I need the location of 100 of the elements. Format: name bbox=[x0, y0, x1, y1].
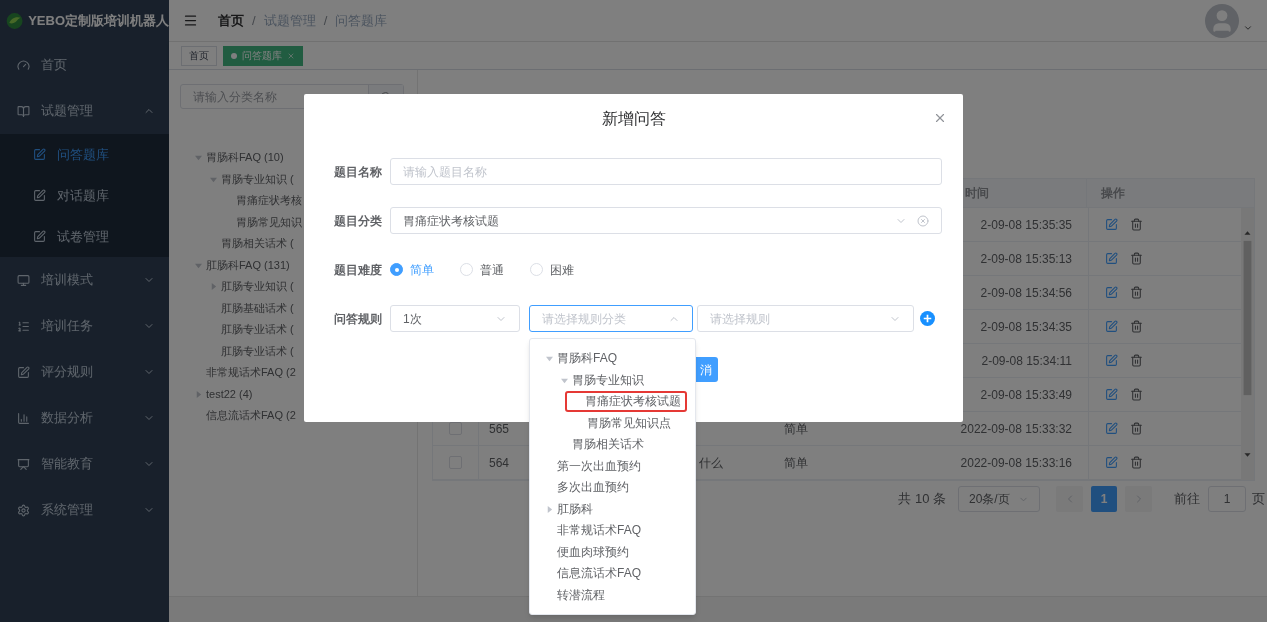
submenu-item[interactable]: 问答题库 bbox=[0, 134, 169, 175]
edit-icon[interactable] bbox=[1105, 320, 1118, 333]
select-field[interactable]: 请选择规则 bbox=[697, 305, 914, 332]
tree-item[interactable]: 便血肉球预约 bbox=[557, 543, 629, 561]
edit-icon bbox=[33, 189, 46, 202]
caret-icon[interactable] bbox=[195, 390, 202, 398]
breadcrumb-item[interactable]: 首页 bbox=[218, 10, 244, 31]
tree-item[interactable]: 肛肠专业话术 ( bbox=[221, 321, 294, 339]
scrollbar[interactable] bbox=[1241, 208, 1254, 480]
tree-item[interactable]: 胃肠常见知识点 bbox=[587, 414, 671, 432]
table-cell-text: 2-09-08 15:35:13 bbox=[980, 250, 1072, 268]
tree-item[interactable]: 胃肠专业知识 bbox=[572, 371, 644, 389]
edit-icon[interactable] bbox=[1105, 252, 1118, 265]
dashboard-icon bbox=[17, 58, 30, 72]
page-tag[interactable]: 问答题库 bbox=[223, 45, 303, 66]
tree-item[interactable]: 非常规话术FAQ (2 bbox=[206, 364, 296, 382]
tree-item[interactable]: 胃肠相关话术 bbox=[572, 436, 644, 454]
tree-item[interactable]: 胃痛症状考核试题 bbox=[565, 391, 687, 413]
bar-chart-icon bbox=[17, 411, 30, 425]
radio-option[interactable]: 普通 bbox=[460, 260, 504, 279]
trash-icon[interactable] bbox=[1130, 218, 1143, 231]
page-size-select[interactable]: 20条/页 bbox=[958, 486, 1040, 512]
submenu-item[interactable]: 对话题库 bbox=[0, 175, 169, 216]
trash-icon[interactable] bbox=[1130, 388, 1143, 401]
submenu-item[interactable]: 试卷管理 bbox=[0, 216, 169, 257]
tree-item[interactable]: 肛肠科FAQ (131) bbox=[206, 256, 290, 274]
edit-icon[interactable] bbox=[1105, 354, 1118, 367]
tree-item[interactable]: 信息流话术FAQ (2 bbox=[206, 407, 296, 425]
total-count: 共 10 条 bbox=[898, 490, 946, 509]
edit-icon[interactable] bbox=[1105, 422, 1118, 435]
table-cell-text: 2022-09-08 15:33:16 bbox=[960, 454, 1072, 472]
table-cell: 564 bbox=[489, 455, 510, 470]
edit-icon bbox=[17, 365, 30, 379]
select-field[interactable]: 胃痛症状考核试题 bbox=[390, 207, 942, 234]
tree-item[interactable]: 第一次出血预约 bbox=[557, 457, 641, 475]
page-input[interactable]: 1 bbox=[1208, 486, 1246, 512]
tree-item[interactable]: 胃肠常见知识 bbox=[236, 213, 302, 231]
select-field[interactable]: 1次 bbox=[390, 305, 520, 332]
close-icon[interactable] bbox=[933, 111, 947, 125]
tree-item[interactable]: 肛肠专业知识 ( bbox=[221, 278, 294, 296]
menu-item[interactable]: 数据分析 bbox=[0, 395, 169, 441]
radio-option[interactable]: 简单 bbox=[390, 260, 434, 279]
caret-icon[interactable] bbox=[546, 505, 553, 513]
tree-item[interactable]: 肛肠科 bbox=[557, 500, 593, 518]
avatar[interactable] bbox=[1205, 3, 1239, 38]
caret-icon[interactable] bbox=[561, 376, 568, 384]
edit-icon[interactable] bbox=[1105, 456, 1118, 469]
trash-icon[interactable] bbox=[1130, 354, 1143, 367]
monitor-icon bbox=[17, 273, 30, 287]
tree-item[interactable]: 转潜流程 bbox=[557, 586, 605, 604]
menu-item[interactable]: 试题管理 bbox=[0, 88, 169, 134]
tree-item[interactable]: test22 (4) bbox=[206, 385, 253, 403]
tree-item[interactable]: 胃肠科FAQ bbox=[557, 350, 617, 368]
tree-item[interactable]: 非常规话术FAQ bbox=[557, 522, 641, 540]
caret-icon[interactable] bbox=[210, 175, 217, 183]
tree-item[interactable]: 肛肠基础话术 ( bbox=[221, 299, 294, 317]
menu-item[interactable]: 评分规则 bbox=[0, 349, 169, 395]
tree-item[interactable]: 胃肠专业知识 ( bbox=[221, 170, 294, 188]
tree-item[interactable]: 信息流话术FAQ bbox=[557, 565, 641, 583]
trash-icon[interactable] bbox=[1130, 252, 1143, 265]
edit-icon[interactable] bbox=[1105, 286, 1118, 299]
table-cell-text: 2-09-08 15:35:35 bbox=[980, 216, 1072, 234]
page-button[interactable]: 1 bbox=[1091, 486, 1117, 512]
tree-item[interactable]: 胃痛症状考核 bbox=[236, 192, 302, 210]
edit-icon[interactable] bbox=[1105, 388, 1118, 401]
menu-item[interactable]: 培训任务 bbox=[0, 303, 169, 349]
add-circle-icon[interactable] bbox=[920, 311, 935, 326]
caret-icon[interactable] bbox=[195, 261, 202, 269]
tree-item[interactable]: 胃肠相关话术 ( bbox=[221, 235, 294, 253]
book-icon bbox=[17, 104, 30, 118]
text-input[interactable]: 请输入题目名称 bbox=[390, 158, 942, 185]
tree-item[interactable]: 肛肠专业话术 ( bbox=[221, 342, 294, 360]
edit-icon[interactable] bbox=[1105, 218, 1118, 231]
menu-icon[interactable] bbox=[183, 13, 198, 28]
caret-icon[interactable] bbox=[210, 283, 217, 291]
menu-item[interactable]: 系统管理 bbox=[0, 487, 169, 533]
caret-icon[interactable] bbox=[195, 154, 202, 162]
tree-item[interactable]: 胃肠科FAQ (10) bbox=[206, 149, 284, 167]
settings-icon bbox=[17, 503, 30, 517]
trash-icon[interactable] bbox=[1130, 320, 1143, 333]
table-cell-text: 2022-09-08 15:33:32 bbox=[960, 420, 1072, 438]
field-label: 问答规则 bbox=[334, 310, 383, 328]
select-field[interactable]: 请选择规则分类 bbox=[529, 305, 693, 332]
app-title: YEBO定制版培训机器人 bbox=[28, 12, 169, 31]
list-icon bbox=[17, 319, 30, 333]
page-tag[interactable]: 首页 bbox=[181, 45, 217, 66]
trash-icon[interactable] bbox=[1130, 422, 1143, 435]
clear-icon[interactable] bbox=[917, 214, 929, 227]
tree-item[interactable]: 多次出血预约 bbox=[557, 479, 629, 497]
row-checkbox[interactable] bbox=[449, 422, 462, 435]
caret-icon[interactable] bbox=[546, 355, 553, 363]
trash-icon[interactable] bbox=[1130, 456, 1143, 469]
table-cell-text: 2-09-08 15:34:11 bbox=[981, 352, 1072, 370]
table-cell: 什么 bbox=[699, 455, 723, 470]
menu-item[interactable]: 智能教育 bbox=[0, 441, 169, 487]
menu-item[interactable]: 培训模式 bbox=[0, 257, 169, 303]
menu-item[interactable]: 首页 bbox=[0, 42, 169, 88]
trash-icon[interactable] bbox=[1130, 286, 1143, 299]
radio-option[interactable]: 困难 bbox=[530, 260, 574, 279]
close-icon[interactable] bbox=[287, 51, 295, 60]
